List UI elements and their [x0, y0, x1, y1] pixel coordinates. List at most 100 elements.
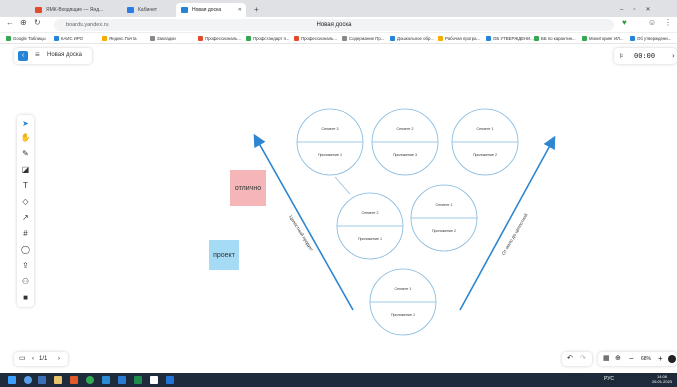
segment-circle[interactable]: Сегмент 1 Приложение 1	[369, 268, 437, 336]
lang-indicator[interactable]: РУС	[604, 376, 614, 382]
circle-bottom-label: Приложение 3	[393, 153, 417, 157]
circle-top-label: Сегмент 2	[396, 127, 413, 131]
circle-bottom-label: Приложение 1	[358, 237, 382, 241]
page-title: Новая доска	[316, 22, 352, 28]
bookmark-item[interactable]: Яндекс.Почта	[102, 35, 137, 42]
cabinet-icon	[127, 7, 134, 13]
bookmark-icon	[294, 36, 299, 41]
shield-icon[interactable]: ♥	[622, 18, 627, 27]
bookmark-item[interactable]: Профстандарт п...	[246, 35, 290, 42]
segment-circle[interactable]: Сегмент 2 Приложение 1	[336, 192, 404, 260]
taskbar: РУС 14:06 26.01.2023	[0, 373, 677, 387]
segment-circle[interactable]: Сегмент 3 Приложение 1	[296, 108, 364, 176]
zoom-value[interactable]: 68%	[641, 352, 651, 366]
new-tab-button[interactable]: +	[250, 3, 266, 17]
zoom-in-icon[interactable]: +	[658, 352, 663, 366]
bookmark-label: Яндекс.Почта	[109, 36, 137, 41]
bookmark-icon	[150, 36, 155, 41]
circle-top-label: Сегмент 1	[476, 127, 493, 131]
bookmark-item[interactable]: КАИС ИРО	[54, 35, 83, 42]
bookmark-label: Профессиональ...	[205, 36, 241, 41]
task-view-icon[interactable]	[38, 376, 46, 384]
bookmark-icon	[6, 36, 11, 41]
calendar-icon[interactable]	[150, 376, 158, 384]
history-panel: ↶ ↷	[562, 352, 592, 366]
bookmark-item[interactable]: ББ по карантин...	[534, 35, 576, 42]
next-page-icon[interactable]: ›	[58, 352, 60, 366]
word-icon[interactable]	[118, 376, 126, 384]
bookmark-item[interactable]: Google Таблицы	[6, 35, 46, 42]
window-controls[interactable]: –▫✕	[620, 3, 677, 17]
tab-label: ЯМК-Входящие — Янд...	[46, 7, 104, 13]
circle-bottom-label: Приложение 1	[391, 313, 415, 317]
prev-page-icon[interactable]: ‹	[32, 352, 34, 366]
profile-icon[interactable]: ☺	[648, 18, 656, 27]
mail-icon	[35, 7, 42, 13]
bookmark-icon	[486, 36, 491, 41]
segment-circle[interactable]: Сегмент 1 Приложение 2	[410, 184, 478, 252]
bookmark-item[interactable]: Мониторинг ИЛ...	[582, 35, 624, 42]
clock-date: 26.01.2023	[652, 379, 673, 384]
segment-circle[interactable]: Сегмент 1 Приложение 2	[451, 108, 519, 176]
circle-bottom-label: Приложение 2	[432, 229, 456, 233]
bookmark-icon	[582, 36, 587, 41]
bookmark-item[interactable]: Профессиональ...	[198, 35, 241, 42]
bookmark-label: Профессиональ...	[301, 36, 337, 41]
close-icon[interactable]: ✕	[238, 3, 242, 17]
bookmark-label: ББ по карантин...	[541, 36, 576, 41]
url-input[interactable]: boards.yandex.ru Новая доска	[54, 19, 614, 31]
tab-label: Новая доска	[192, 7, 222, 13]
bookmark-label: Содержание Пр...	[349, 36, 385, 41]
clock[interactable]: 14:06 26.01.2023	[652, 374, 672, 384]
bookmark-item[interactable]: Рабочая програ...	[438, 35, 480, 42]
minimap-icon[interactable]: ▦	[603, 352, 610, 366]
browser-tab-bar: ЯМК-Входящие — Янд... Кабинет Новая доск…	[0, 0, 677, 17]
bookmark-label: Закладки	[157, 36, 176, 41]
bookmark-icon	[54, 36, 59, 41]
segments-group: Сегмент 3 Приложение 1 Сегмент 2 Приложение…	[296, 108, 519, 336]
bookmark-item[interactable]: Об утверждени...	[630, 35, 671, 42]
bookmark-item[interactable]: Профессиональ...	[294, 35, 337, 42]
circle-bottom-label: Приложение 1	[318, 153, 342, 157]
arrow-right-label: От мало до целостной	[500, 212, 529, 256]
teams-icon[interactable]	[166, 376, 174, 384]
help-icon[interactable]	[668, 355, 676, 363]
bookmark-item[interactable]: Содержание Пр...	[342, 35, 384, 42]
bookmark-icon	[534, 36, 539, 41]
zoom-panel: ▦ ⊕ − 68% +	[598, 352, 677, 366]
bookmark-item[interactable]: Закладки	[150, 35, 176, 42]
circle-top-label: Сегмент 1	[394, 287, 411, 291]
tab-label: Кабинет	[138, 7, 158, 13]
page-navigator: ▭ ‹ 1/1 ›	[14, 352, 68, 366]
bookmark-icon	[342, 36, 347, 41]
search-icon[interactable]	[24, 376, 32, 384]
back-icon[interactable]: ←	[6, 18, 14, 27]
bookmark-item[interactable]: ОБ УТВЕРЖДЕНИ...	[486, 35, 534, 42]
chrome-icon[interactable]	[86, 376, 94, 384]
tab-mail[interactable]: ЯМК-Входящие — Янд...	[30, 3, 120, 17]
undo-icon[interactable]: ↶	[567, 352, 573, 366]
pages-icon[interactable]: ▭	[19, 352, 26, 366]
yandex-icon[interactable]	[70, 376, 78, 384]
bookmark-icon	[438, 36, 443, 41]
tab-new-board[interactable]: Новая доска ✕	[176, 3, 246, 17]
menu-icon[interactable]: ⋮	[664, 18, 672, 27]
redo-icon[interactable]: ↷	[580, 352, 586, 366]
start-icon[interactable]	[8, 376, 16, 384]
page-indicator: 1/1	[39, 356, 48, 362]
zoom-out-icon[interactable]: −	[629, 352, 634, 366]
bookmark-item[interactable]: Дошкольное обр...	[390, 35, 434, 42]
bookmark-label: Об утверждени...	[637, 36, 672, 41]
excel-icon[interactable]	[134, 376, 142, 384]
bookmark-icon	[198, 36, 203, 41]
explorer-icon[interactable]	[54, 376, 62, 384]
bookmark-label: КАИС ИРО	[61, 36, 83, 41]
mail-app-icon[interactable]	[102, 376, 110, 384]
circle-top-label: Сегмент 3	[321, 127, 338, 131]
diagram: Целостный продукт От мало до целостной С…	[253, 108, 556, 336]
segment-circle[interactable]: Сегмент 2 Приложение 3	[371, 108, 439, 176]
reload-icon[interactable]: ↻	[34, 18, 41, 27]
tab-cabinet[interactable]: Кабинет	[122, 3, 172, 17]
forward-icon[interactable]: ⊕	[20, 18, 27, 27]
fit-icon[interactable]: ⊕	[615, 352, 621, 366]
